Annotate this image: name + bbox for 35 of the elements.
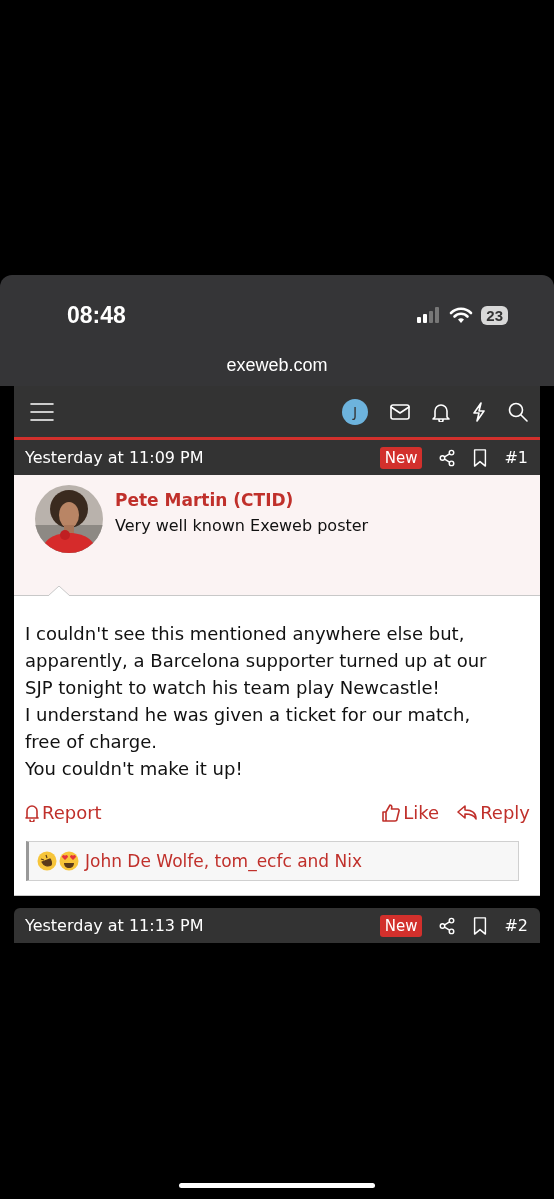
bookmark-icon[interactable]: [472, 448, 489, 467]
thumbs-up-icon: [382, 803, 401, 822]
address-bar-url[interactable]: exeweb.com: [226, 355, 328, 376]
menu-icon[interactable]: [30, 401, 54, 422]
heart-eyes-emoji-icon: [59, 851, 79, 871]
user-avatar[interactable]: J: [342, 398, 368, 425]
reaction-users[interactable]: John De Wolfe, tom_ecfc and Nix: [85, 851, 363, 871]
reply-arrow-icon: [457, 804, 478, 821]
reply-link[interactable]: Reply: [457, 802, 530, 823]
search-icon[interactable]: [508, 401, 528, 422]
wifi-icon: [449, 306, 474, 324]
share-icon[interactable]: [438, 448, 457, 467]
author-name[interactable]: Pete Martin (CTID): [115, 490, 369, 510]
battery-level: 23: [481, 305, 508, 325]
like-link[interactable]: Like: [382, 802, 440, 823]
report-link[interactable]: Report: [25, 802, 102, 823]
share-icon[interactable]: [438, 916, 457, 935]
signal-icon: [417, 307, 442, 323]
bell-icon: [25, 803, 39, 822]
laughing-emoji-icon: [37, 851, 57, 871]
new-badge: New: [379, 446, 423, 469]
post-text: I understand he was given a ticket for our match, free of charge.: [25, 703, 472, 754]
post-text: I couldn't see this mentioned anywhere else but, apparently, a Barcelona supporter turned up at our SJP tonight to watch his team play Newcastle!: [25, 622, 488, 700]
lightning-icon[interactable]: [472, 401, 486, 422]
post-text: You couldn't make it up!: [25, 757, 244, 781]
post-number[interactable]: #1: [504, 448, 528, 467]
post-number[interactable]: #2: [504, 916, 528, 935]
status-time: 08:48: [67, 301, 127, 329]
post-date[interactable]: Yesterday at 11:13 PM: [25, 916, 364, 935]
new-badge: New: [379, 914, 423, 937]
bookmark-icon[interactable]: [472, 916, 489, 935]
user-title: Very well known Exeweb poster: [115, 516, 369, 535]
bell-icon[interactable]: [432, 401, 450, 422]
mail-icon[interactable]: [390, 403, 410, 420]
post-date[interactable]: Yesterday at 11:09 PM: [25, 448, 364, 467]
